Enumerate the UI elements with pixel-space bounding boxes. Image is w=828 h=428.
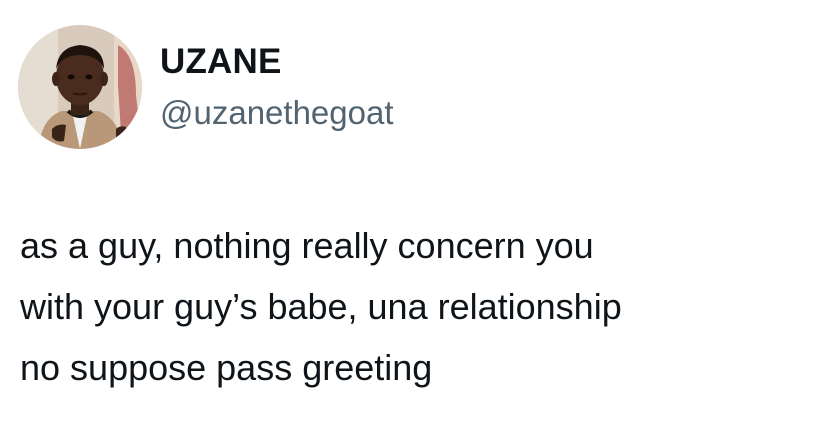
user-handle[interactable]: @uzanethegoat <box>160 92 394 134</box>
display-name[interactable]: UZANE <box>160 40 282 84</box>
tweet-text-line-1: as a guy, nothing really concern you <box>20 225 594 266</box>
tweet-text-line-2: with your guy’s babe, una relationship <box>20 286 622 327</box>
tweet-text-line-3: no suppose pass greeting <box>20 347 433 388</box>
tweet-card: UZANE @uzanethegoat as a guy, nothing re… <box>0 0 828 428</box>
tweet-text: as a guy, nothing really concern you wit… <box>20 220 810 403</box>
profile-photo-child-icon <box>18 25 142 149</box>
avatar[interactable] <box>18 25 142 149</box>
